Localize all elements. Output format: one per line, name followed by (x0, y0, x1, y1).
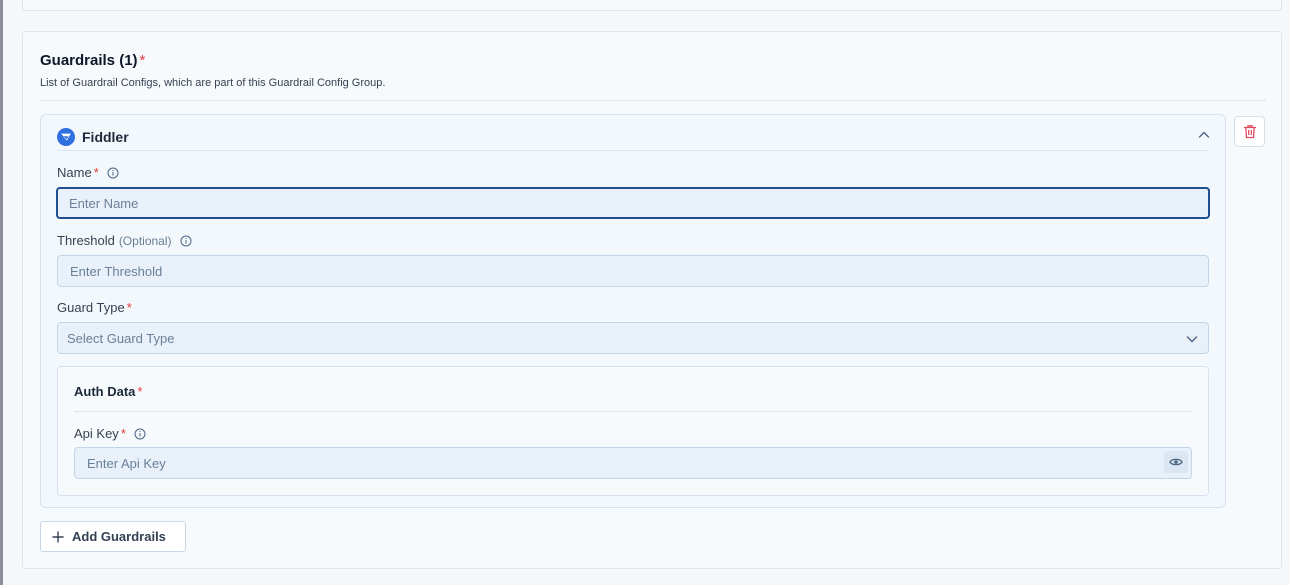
required-asterisk: * (120, 426, 126, 441)
guard-type-field-label: Guard Type * (57, 300, 132, 315)
required-asterisk: * (93, 165, 99, 180)
auth-data-title: Auth Data * (74, 384, 143, 399)
chevron-up-icon[interactable] (1197, 128, 1211, 142)
guard-type-select[interactable]: Select Guard Type (57, 322, 1209, 354)
delete-guardrail-button[interactable] (1234, 116, 1265, 147)
required-asterisk: * (137, 384, 143, 399)
divider (74, 411, 1192, 412)
chevron-down-icon (1186, 336, 1198, 343)
info-icon[interactable] (107, 167, 119, 179)
guardrail-item-card: Fiddler Name* Threshold(Optional) Guard … (40, 114, 1226, 508)
auth-data-card: Auth Data * Api Key * (57, 366, 1209, 496)
required-asterisk: * (139, 52, 146, 69)
name-field-label: Name * (57, 165, 119, 180)
show-password-button[interactable] (1164, 451, 1188, 473)
add-guardrails-label: Add Guardrails (72, 529, 166, 544)
guardrails-section: Guardrails (1) * List of Guardrail Config… (22, 31, 1282, 569)
guardrail-item-header[interactable]: Fiddler (57, 127, 129, 147)
previous-section-card (22, 0, 1282, 11)
window-edge (0, 0, 3, 585)
guardrail-item-name: Fiddler (82, 129, 129, 145)
api-key-input[interactable] (74, 447, 1192, 479)
guard-type-placeholder: Select Guard Type (67, 330, 175, 346)
trash-icon (1243, 125, 1256, 139)
section-title: Guardrails (1) * (40, 52, 146, 69)
name-input[interactable] (56, 187, 1210, 219)
fiddler-logo-icon (57, 128, 75, 146)
add-guardrails-button[interactable]: Add Guardrails (40, 521, 186, 552)
required-asterisk: * (126, 300, 132, 315)
threshold-field-label: Threshold (Optional) (57, 233, 192, 248)
eye-icon (1169, 458, 1183, 466)
divider (40, 100, 1266, 101)
section-description: List of Guardrail Configs, which are par… (40, 77, 386, 89)
plus-icon (52, 530, 64, 543)
info-icon[interactable] (180, 235, 192, 247)
api-key-field-label: Api Key * (74, 426, 146, 441)
divider (57, 150, 1209, 151)
threshold-input[interactable] (57, 255, 1209, 287)
optional-tag: (Optional) (118, 233, 172, 248)
info-icon[interactable] (134, 428, 146, 440)
